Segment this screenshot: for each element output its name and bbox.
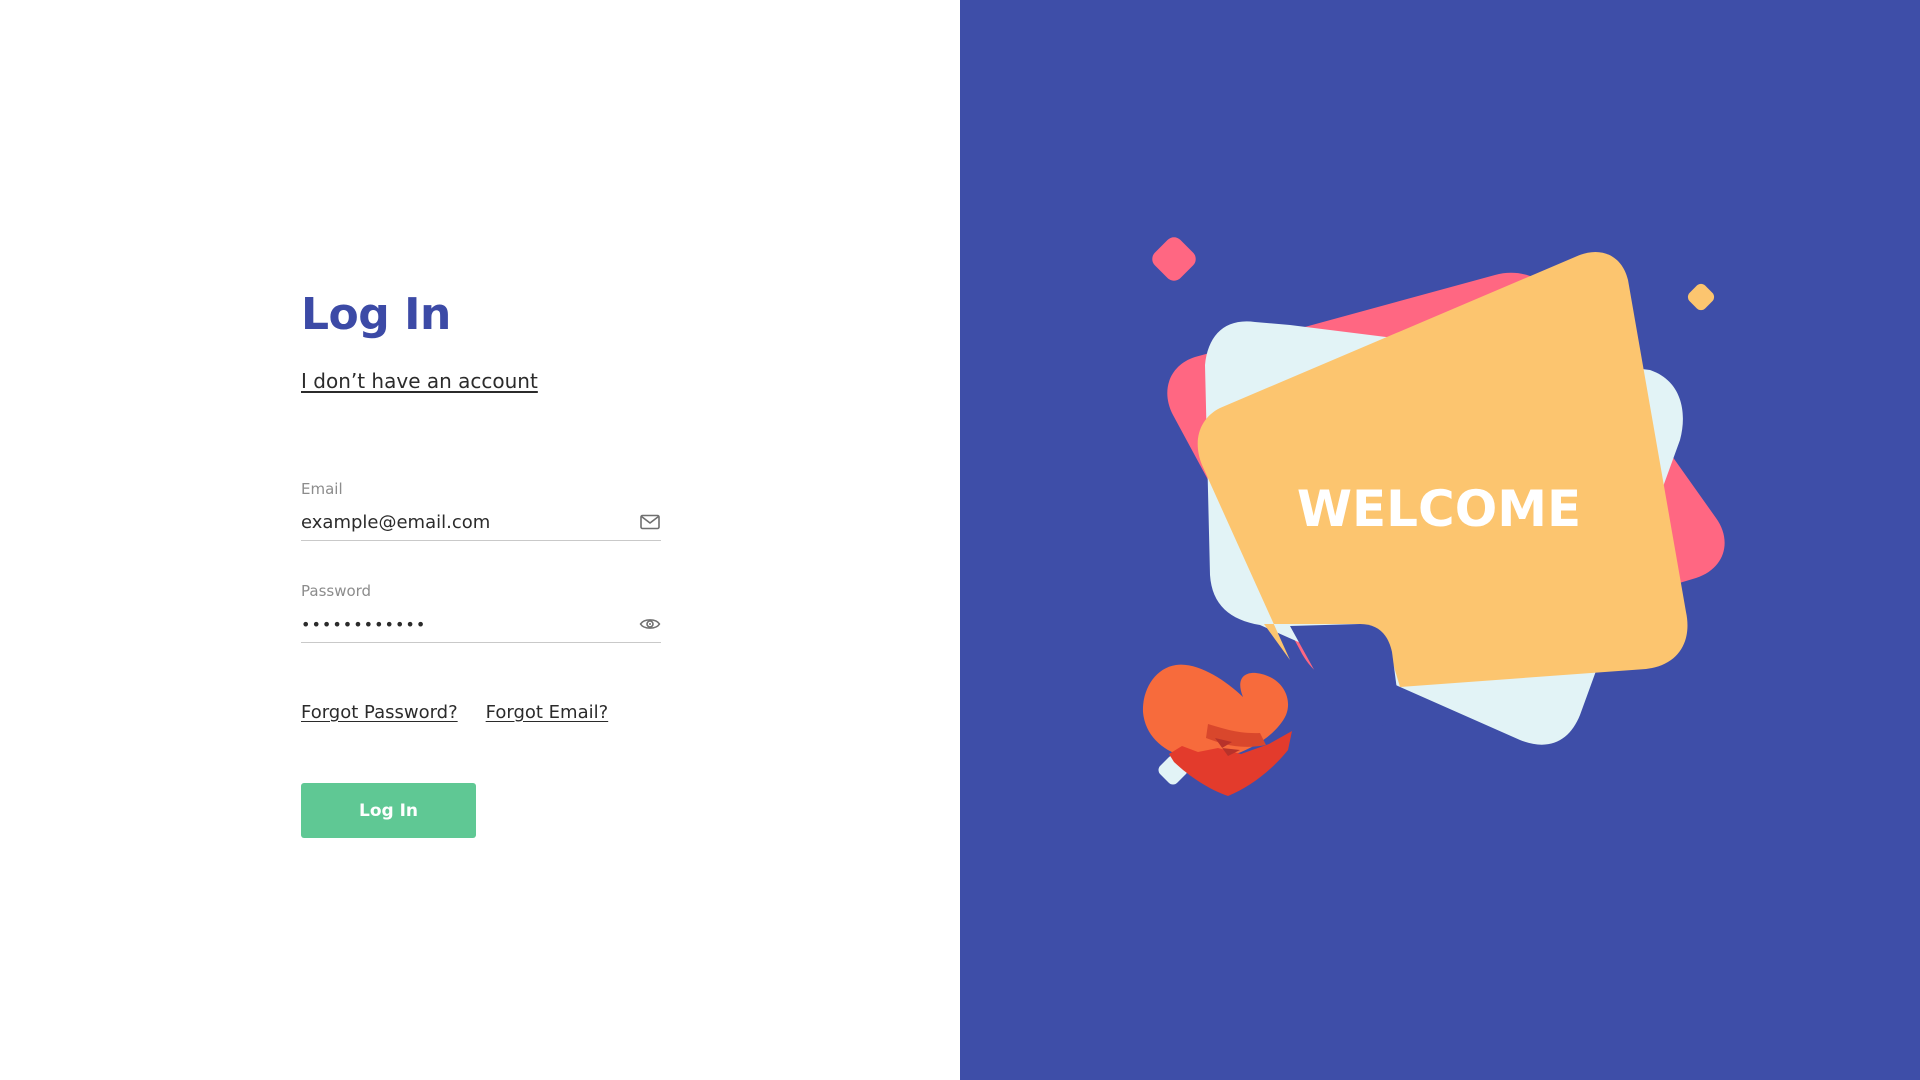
password-label: Password bbox=[301, 582, 372, 600]
password-row bbox=[301, 610, 661, 643]
welcome-panel: WELCOME bbox=[960, 0, 1920, 1080]
mail-icon bbox=[639, 512, 661, 532]
email-row bbox=[301, 508, 661, 541]
login-button[interactable]: Log In bbox=[301, 783, 476, 838]
recovery-links: Forgot Password? Forgot Email? bbox=[301, 702, 608, 723]
forgot-password-link[interactable]: Forgot Password? bbox=[301, 702, 458, 723]
signup-link[interactable]: I don’t have an account bbox=[301, 369, 538, 393]
email-input[interactable] bbox=[301, 508, 621, 536]
password-field-group: Password bbox=[301, 582, 661, 643]
eye-icon[interactable] bbox=[639, 614, 661, 634]
page-title: Log In bbox=[301, 289, 451, 340]
password-input[interactable] bbox=[301, 610, 621, 638]
forgot-email-link[interactable]: Forgot Email? bbox=[486, 702, 609, 723]
confetti-yellow bbox=[1687, 283, 1715, 311]
welcome-illustration: WELCOME bbox=[1142, 237, 1725, 796]
email-field-group: Email bbox=[301, 480, 661, 541]
email-label: Email bbox=[301, 480, 343, 498]
login-panel: Log In I don’t have an account Email Pas… bbox=[0, 0, 960, 1080]
login-form: Log In I don’t have an account Email Pas… bbox=[301, 283, 661, 838]
confetti-pink bbox=[1152, 237, 1196, 281]
login-page: Log In I don’t have an account Email Pas… bbox=[0, 0, 1920, 1080]
speech-tail bbox=[1290, 624, 1401, 735]
welcome-text: WELCOME bbox=[1297, 480, 1581, 538]
